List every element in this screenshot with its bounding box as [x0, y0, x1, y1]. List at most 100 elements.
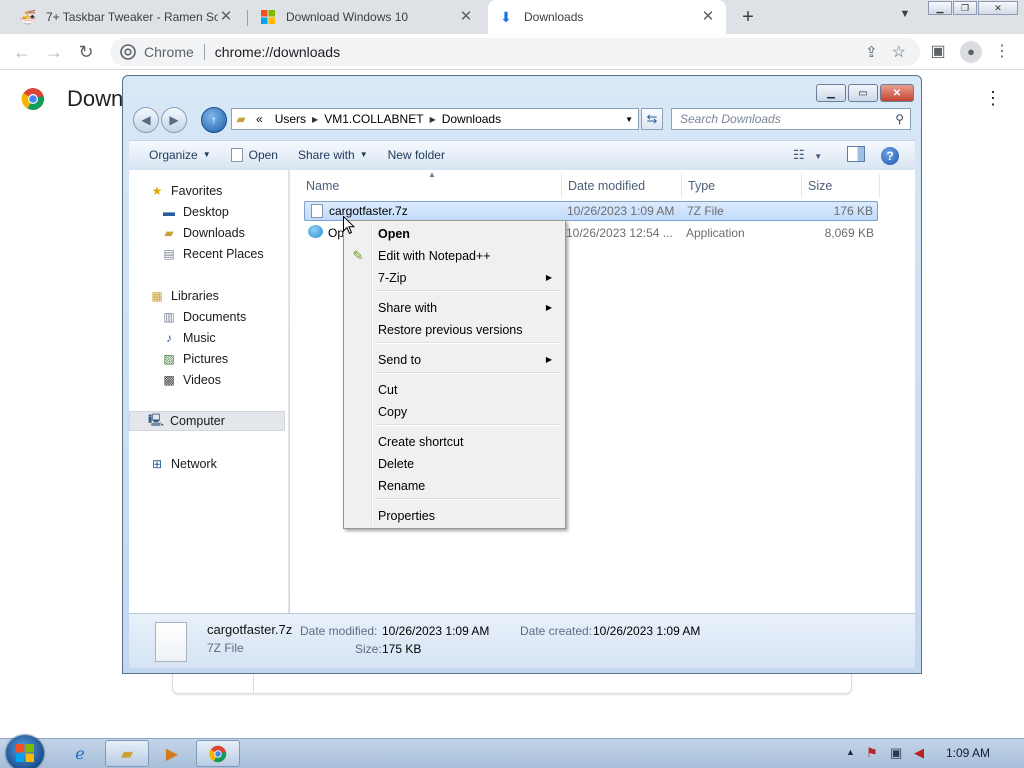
file-explorer-taskbar-icon[interactable]: ▰: [105, 740, 149, 767]
restore-window-button[interactable]: ❐: [953, 1, 977, 15]
nav-recent-places[interactable]: ▤ Recent Places: [129, 244, 289, 264]
preview-pane-icon[interactable]: [847, 146, 865, 162]
menu-item-share-with[interactable]: Share with ▶: [347, 297, 562, 318]
search-input[interactable]: Search Downloads ⚲: [671, 108, 911, 130]
menu-item-create-shortcut[interactable]: Create shortcut: [347, 431, 562, 452]
explorer-back-button[interactable]: ◀: [133, 107, 159, 133]
downloads-menu-icon[interactable]: ⋮: [984, 88, 1002, 109]
network-tray-icon[interactable]: ▣: [890, 745, 902, 761]
close-tab-icon[interactable]: ✕: [700, 9, 716, 25]
address-bar[interactable]: ▰ « Users ▶ VM1.COLLABNET ▶ Downloads ▼: [231, 108, 639, 130]
nav-computer[interactable]: 🖳 Computer: [129, 411, 285, 431]
nav-desktop[interactable]: ▬ Desktop: [129, 202, 289, 222]
menu-separator: [374, 498, 562, 500]
profile-avatar[interactable]: ●: [960, 41, 982, 63]
chevron-down-icon: ▼: [359, 150, 368, 159]
omnibox[interactable]: Chrome chrome://downloads ⇪ ☆: [110, 38, 920, 66]
back-arrow-icon[interactable]: ←: [12, 42, 32, 62]
new-folder-button[interactable]: New folder: [378, 148, 455, 162]
omnibox-divider: [203, 44, 205, 60]
tab-taskbar-tweaker[interactable]: 🍜 7+ Taskbar Tweaker - Ramen Software ✕: [10, 0, 244, 34]
menu-item-copy[interactable]: Copy: [347, 401, 562, 422]
menu-item-properties[interactable]: Properties: [347, 505, 562, 526]
nav-network[interactable]: ⊞ Network: [129, 454, 289, 474]
menu-separator: [374, 290, 562, 292]
menu-item-open[interactable]: Open: [347, 223, 562, 244]
up-arrow-icon[interactable]: ↑: [201, 107, 227, 133]
tab-downloads[interactable]: ⬇ Downloads ✕: [488, 0, 726, 34]
tab-download-windows[interactable]: Download Windows 10 ✕: [250, 0, 484, 34]
file-size: 8,069 KB: [824, 226, 874, 240]
size-label: Size:: [355, 642, 382, 656]
internet-explorer-icon[interactable]: ℯ: [58, 740, 102, 767]
file-row[interactable]: cargotfaster.7z 10/26/2023 1:09 AM 7Z Fi…: [304, 201, 878, 221]
close-tab-icon[interactable]: ✕: [458, 9, 474, 25]
menu-item-7zip[interactable]: 7-Zip ▶: [347, 267, 562, 288]
explorer-minimize-button[interactable]: ▁: [816, 84, 846, 102]
action-center-icon[interactable]: ⚑: [866, 745, 878, 761]
downloads-folder-icon: ▰: [164, 226, 174, 240]
view-options-icon[interactable]: ☷ ▼: [793, 147, 822, 163]
menu-separator: [374, 372, 562, 374]
explorer-close-button[interactable]: ✕: [880, 84, 914, 102]
volume-muted-icon[interactable]: ◀: [914, 745, 924, 761]
nav-pictures[interactable]: ▨ Pictures: [129, 349, 289, 369]
nav-videos[interactable]: ▩ Videos: [129, 370, 289, 390]
explorer-forward-button[interactable]: ▶: [161, 107, 187, 133]
help-icon[interactable]: ?: [881, 147, 899, 165]
forward-arrow-icon[interactable]: →: [44, 42, 64, 62]
organize-label: Organize: [149, 147, 198, 162]
file-type: Application: [686, 226, 745, 240]
breadcrumb-downloads[interactable]: Downloads: [436, 112, 507, 126]
reload-icon[interactable]: ↻: [76, 42, 96, 62]
menu-item-rename[interactable]: Rename: [347, 475, 562, 496]
tab-search-chevron-icon[interactable]: ▼: [896, 8, 914, 26]
column-header-type[interactable]: Type: [682, 174, 802, 198]
pictures-icon: ▨: [163, 352, 175, 366]
minimize-window-button[interactable]: ▁: [928, 1, 952, 15]
details-file-type: 7Z File: [207, 641, 244, 655]
bookmark-star-icon[interactable]: ☆: [892, 42, 906, 62]
breadcrumb-users[interactable]: Users: [269, 112, 312, 126]
side-panel-icon[interactable]: ▣: [928, 42, 948, 62]
menu-item-delete[interactable]: Delete: [347, 453, 562, 474]
organize-button[interactable]: Organize ▼: [139, 148, 221, 162]
nav-music[interactable]: ♪ Music: [129, 328, 289, 348]
libraries-icon: ▦: [151, 289, 163, 303]
breadcrumb-vm1[interactable]: VM1.COLLABNET: [318, 112, 429, 126]
nav-documents[interactable]: ▥ Documents: [129, 307, 289, 327]
refresh-icon[interactable]: ⇆: [641, 108, 663, 130]
menu-item-restore-versions[interactable]: Restore previous versions: [347, 319, 562, 340]
open-button[interactable]: Open: [221, 147, 288, 162]
address-overflow[interactable]: «: [250, 112, 269, 126]
menu-item-edit-notepad[interactable]: ✎ Edit with Notepad++: [347, 245, 562, 266]
computer-icon: 🖳: [148, 412, 165, 427]
mouse-cursor-icon: [343, 215, 356, 238]
nav-favorites[interactable]: ★ Favorites: [129, 181, 289, 201]
show-hidden-icons-icon[interactable]: ▲: [846, 747, 855, 757]
menu-item-cut[interactable]: Cut: [347, 379, 562, 400]
close-window-button[interactable]: ✕: [978, 1, 1018, 15]
chrome-toolbar: ← → ↻ Chrome chrome://downloads ⇪ ☆ ▣ ● …: [0, 34, 1024, 70]
explorer-maximize-button[interactable]: ▭: [848, 84, 878, 102]
chrome-menu-icon[interactable]: ⋮: [992, 42, 1012, 62]
menu-item-send-to[interactable]: Send to ▶: [347, 349, 562, 370]
close-tab-icon[interactable]: ✕: [218, 9, 234, 25]
media-player-icon[interactable]: ▶: [150, 740, 194, 767]
share-icon[interactable]: ⇪: [865, 43, 878, 61]
address-dropdown-icon[interactable]: ▼: [625, 115, 633, 124]
nav-libraries[interactable]: ▦ Libraries: [129, 286, 289, 306]
new-tab-button[interactable]: +: [736, 6, 760, 28]
menu-item-label: Send to: [378, 352, 422, 367]
nav-label: Computer: [170, 414, 225, 428]
chrome-taskbar-icon[interactable]: [196, 740, 240, 767]
nav-downloads[interactable]: ▰ Downloads: [129, 223, 289, 243]
nav-label: Documents: [183, 310, 247, 324]
start-button[interactable]: [6, 735, 44, 768]
column-header-date[interactable]: Date modified: [562, 174, 682, 198]
file-icon: [311, 204, 323, 218]
taskbar-clock[interactable]: 1:09 AM: [946, 746, 990, 760]
share-with-button[interactable]: Share with ▼: [288, 148, 378, 162]
column-header-size[interactable]: Size: [802, 174, 880, 198]
column-header-name[interactable]: Name: [300, 174, 562, 198]
